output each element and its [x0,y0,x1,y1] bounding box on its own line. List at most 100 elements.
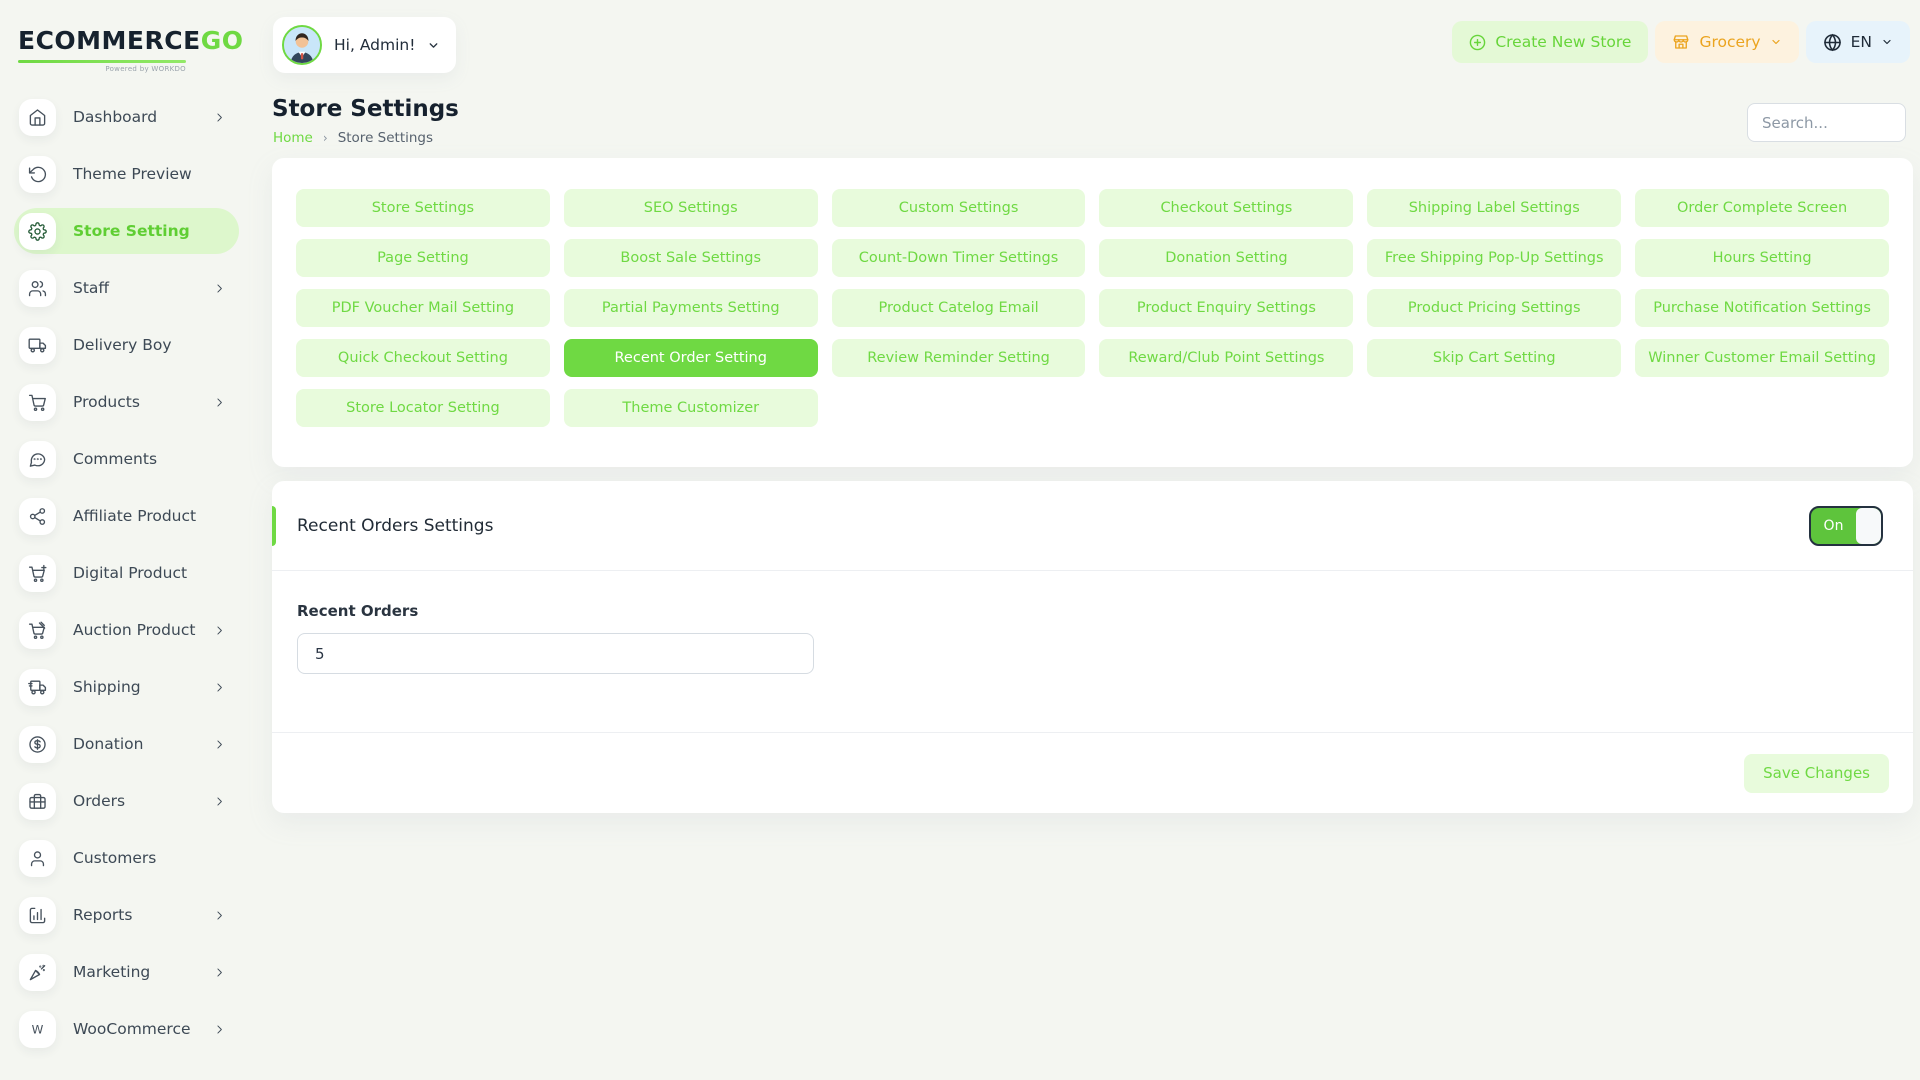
settings-tab-donation-setting[interactable]: Donation Setting [1099,239,1353,277]
settings-tab-purchase-notification-settings[interactable]: Purchase Notification Settings [1635,289,1889,327]
chevron-right-icon [213,966,226,979]
settings-tab-recent-order-setting[interactable]: Recent Order Setting [564,339,818,377]
dollar-circle-icon [19,726,56,763]
language-dropdown[interactable]: EN [1806,21,1910,63]
chevron-right-icon [213,111,226,124]
recent-orders-toggle[interactable]: On [1809,506,1883,546]
create-new-store-button[interactable]: Create New Store [1452,21,1648,63]
sidebar-item-theme-preview[interactable]: Theme Preview [14,151,239,197]
sidebar-item-label: Marketing [73,963,150,981]
sidebar-item-label: Shipping [73,678,141,696]
sidebar: ECOMMERCEGO Powered by WORKDO Dashboard T… [0,0,243,1080]
sidebar-item-label: Comments [73,450,157,468]
sidebar-item-label: Store Setting [73,222,190,240]
settings-tabs-card: Store Settings SEO Settings Custom Setting… [272,158,1913,467]
store-selector-dropdown[interactable]: Grocery [1655,21,1798,63]
sidebar-item-store-setting[interactable]: Store Setting [14,208,239,254]
settings-tab-free-shipping-pop-up-settings[interactable]: Free Shipping Pop-Up Settings [1367,239,1621,277]
svg-text:W: W [32,1022,44,1036]
sidebar-item-label: Donation [73,735,143,753]
settings-tab-reward-club-point-settings[interactable]: Reward/Club Point Settings [1099,339,1353,377]
shipping-truck-icon [19,669,56,706]
settings-tab-hours-setting[interactable]: Hours Setting [1635,239,1889,277]
language-label: EN [1851,33,1872,51]
settings-tab-shipping-label-settings[interactable]: Shipping Label Settings [1367,189,1621,227]
sidebar-item-delivery-boy[interactable]: Delivery Boy [14,322,239,368]
settings-tab-partial-payments-setting[interactable]: Partial Payments Setting [564,289,818,327]
cart-plus-icon [19,555,56,592]
chevron-right-icon [213,909,226,922]
settings-tab-pdf-voucher-mail-setting[interactable]: PDF Voucher Mail Setting [296,289,550,327]
chevron-down-icon [1770,36,1782,48]
panel-header: Recent Orders Settings On [272,481,1913,571]
sidebar-item-label: Customers [73,849,156,867]
user-menu[interactable]: Hi, Admin! [273,17,456,73]
plus-circle-icon [1469,34,1486,51]
settings-tab-theme-customizer[interactable]: Theme Customizer [564,389,818,427]
settings-tab-store-settings[interactable]: Store Settings [296,189,550,227]
sidebar-item-shipping[interactable]: Shipping [14,664,239,710]
settings-tab-checkout-settings[interactable]: Checkout Settings [1099,189,1353,227]
settings-tab-order-complete-screen[interactable]: Order Complete Screen [1635,189,1889,227]
sidebar-item-label: Theme Preview [73,165,192,183]
settings-tab-winner-customer-email-setting[interactable]: Winner Customer Email Setting [1635,339,1889,377]
recent-orders-input[interactable] [297,633,814,674]
search-input[interactable] [1747,103,1906,142]
recent-orders-field-label: Recent Orders [297,602,1888,620]
chevron-right-icon: › [323,131,328,145]
sidebar-item-digital-product[interactable]: Digital Product [14,550,239,596]
settings-tab-review-reminder-setting[interactable]: Review Reminder Setting [832,339,1086,377]
settings-tab-product-catelog-email[interactable]: Product Catelog Email [832,289,1086,327]
logo[interactable]: ECOMMERCEGO Powered by WORKDO [18,26,196,73]
toggle-on-label: On [1811,508,1856,544]
sidebar-item-products[interactable]: Products [14,379,239,425]
sidebar-item-label: Dashboard [73,108,157,126]
logo-accent: GO [201,26,244,55]
megaphone-icon [19,954,56,991]
home-icon [19,99,56,136]
breadcrumb-current: Store Settings [338,130,433,146]
create-new-store-label: Create New Store [1495,33,1631,51]
sidebar-item-customers[interactable]: Customers [14,835,239,881]
sidebar-item-staff[interactable]: Staff [14,265,239,311]
sidebar-item-woocommerce[interactable]: WWooCommerce [14,1006,239,1052]
sidebar-item-comments[interactable]: Comments [14,436,239,482]
breadcrumb: Home › Store Settings [273,130,433,146]
chevron-right-icon [213,681,226,694]
settings-tab-boost-sale-settings[interactable]: Boost Sale Settings [564,239,818,277]
chevron-right-icon [213,795,226,808]
chevron-right-icon [213,738,226,751]
sidebar-item-label: Products [73,393,140,411]
delivery-truck-icon [19,327,56,364]
chevron-down-icon [427,39,440,52]
logo-brand: ECOMMERCE [18,26,201,55]
theme-preview-icon [19,156,56,193]
briefcase-icon [19,783,56,820]
settings-tab-store-locator-setting[interactable]: Store Locator Setting [296,389,550,427]
settings-tab-skip-cart-setting[interactable]: Skip Cart Setting [1367,339,1621,377]
chevron-right-icon [213,1023,226,1036]
sidebar-item-affiliate-product[interactable]: Affiliate Product [14,493,239,539]
save-changes-button[interactable]: Save Changes [1744,754,1889,793]
breadcrumb-home-link[interactable]: Home [273,130,313,146]
sidebar-item-marketing[interactable]: Marketing [14,949,239,995]
chevron-right-icon [213,624,226,637]
greeting-text: Hi, Admin! [334,36,415,54]
settings-tab-custom-settings[interactable]: Custom Settings [832,189,1086,227]
sidebar-item-auction-product[interactable]: Auction Product [14,607,239,653]
woocommerce-icon: W [19,1011,56,1048]
settings-tab-product-enquiry-settings[interactable]: Product Enquiry Settings [1099,289,1353,327]
sidebar-item-dashboard[interactable]: Dashboard [14,94,239,140]
settings-tab-product-pricing-settings[interactable]: Product Pricing Settings [1367,289,1621,327]
settings-tab-page-setting[interactable]: Page Setting [296,239,550,277]
settings-tab-seo-settings[interactable]: SEO Settings [564,189,818,227]
sidebar-item-donation[interactable]: Donation [14,721,239,767]
header-actions: Create New Store Grocery EN [1452,21,1910,63]
sidebar-item-orders[interactable]: Orders [14,778,239,824]
settings-tab-count-down-timer-settings[interactable]: Count-Down Timer Settings [832,239,1086,277]
toggle-knob [1856,508,1881,544]
sidebar-item-reports[interactable]: Reports [14,892,239,938]
globe-icon [1823,33,1842,52]
panel-body: Recent Orders [272,571,1913,674]
settings-tab-quick-checkout-setting[interactable]: Quick Checkout Setting [296,339,550,377]
